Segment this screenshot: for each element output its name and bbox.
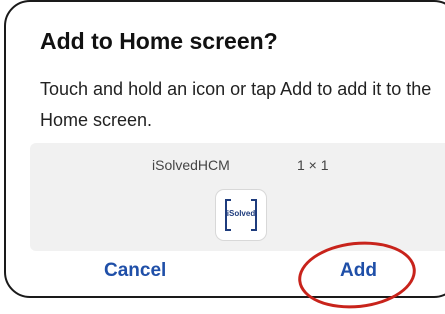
- widget-preview: iSolvedHCM 1 × 1 iSolved: [30, 143, 445, 251]
- dialog-message: Touch and hold an icon or tap Add to add…: [40, 79, 432, 130]
- add-to-home-dialog: Add to Home screen? Touch and hold an ic…: [4, 0, 445, 314]
- app-name: iSolvedHCM: [152, 157, 230, 173]
- app-size: 1 × 1: [297, 157, 329, 173]
- cancel-button[interactable]: Cancel: [104, 260, 166, 282]
- app-icon-logo-text: iSolved: [226, 209, 256, 218]
- isolved-app-icon[interactable]: iSolved: [216, 190, 266, 240]
- dialog-title: Add to Home screen?: [40, 28, 278, 54]
- logo-bracket-right: [251, 199, 257, 231]
